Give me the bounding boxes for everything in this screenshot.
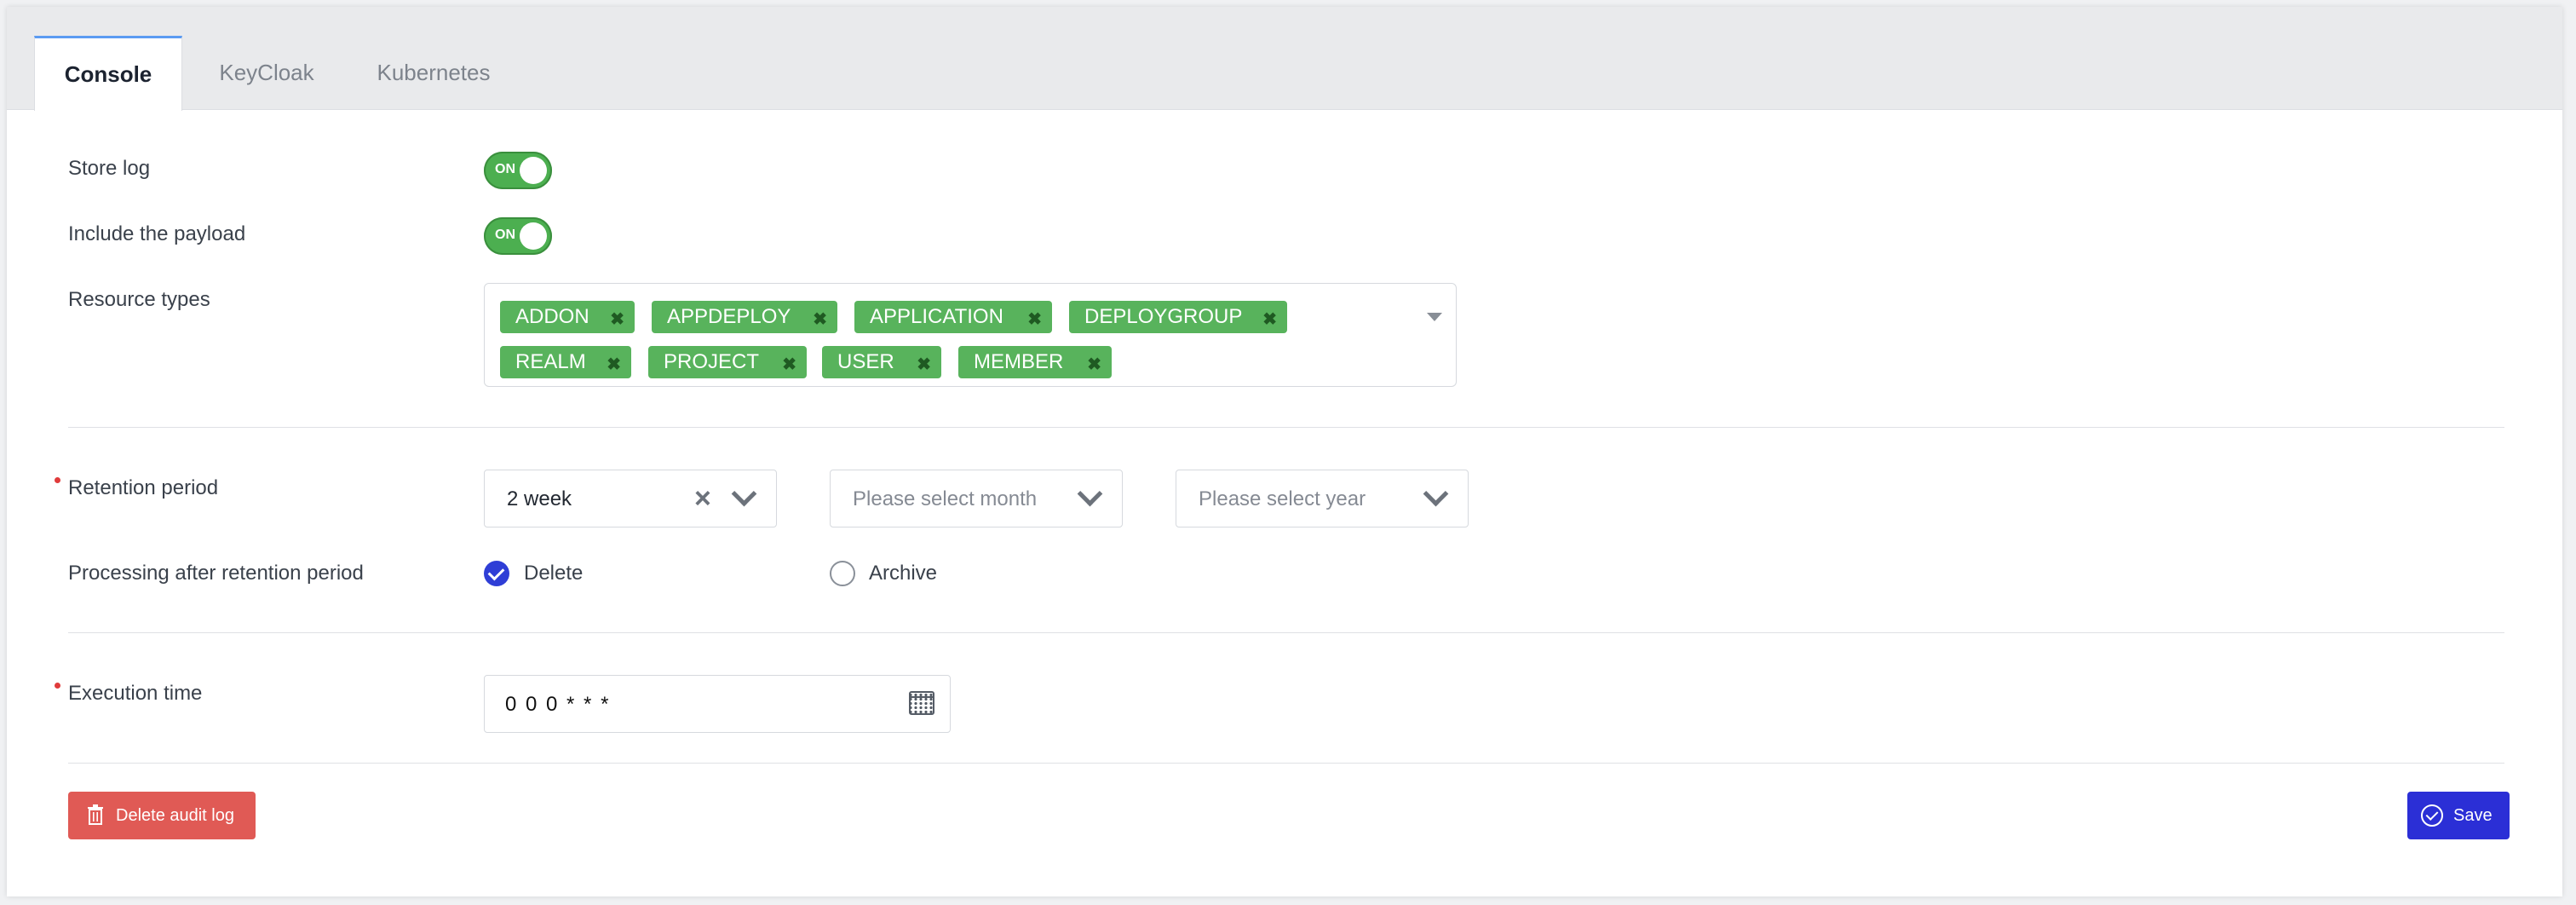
resource-types-multiselect[interactable]: ADDON ✖ APPDEPLOY ✖ APPLICATION ✖ DEPLOY… — [484, 283, 1457, 387]
tag-user: USER ✖ — [822, 346, 941, 378]
save-button-label: Save — [2453, 806, 2493, 825]
include-payload-toggle[interactable]: ON — [484, 217, 552, 255]
store-log-label: Store log — [68, 157, 151, 180]
toggle-knob — [520, 157, 547, 184]
delete-option-label[interactable]: Delete — [524, 562, 583, 585]
tag-label: ADDON — [515, 305, 589, 328]
tag-label: USER — [837, 350, 894, 373]
save-button[interactable]: Save — [2407, 792, 2510, 839]
tag-label: PROJECT — [664, 350, 760, 373]
delete-radio[interactable] — [484, 561, 509, 586]
tag-label: REALM — [515, 350, 586, 373]
tag-member: MEMBER ✖ — [958, 346, 1112, 378]
retention-week-select[interactable]: 2 week × — [484, 470, 777, 527]
chevron-down-icon — [731, 481, 757, 507]
required-indicator — [55, 683, 60, 689]
tab-kubernetes[interactable]: Kubernetes — [353, 36, 515, 109]
retention-period-label: Retention period — [68, 476, 219, 499]
close-icon[interactable]: ✖ — [610, 308, 624, 330]
tag-realm: REALM ✖ — [500, 346, 631, 378]
divider — [68, 427, 2504, 428]
divider — [68, 763, 2504, 764]
retention-month-select[interactable]: Please select month — [830, 470, 1123, 527]
trash-icon — [88, 804, 103, 825]
close-icon[interactable]: ✖ — [1087, 354, 1101, 375]
close-icon[interactable]: ✖ — [1262, 308, 1277, 330]
resource-types-label: Resource types — [68, 288, 210, 311]
tag-addon: ADDON ✖ — [500, 301, 635, 333]
cron-value: 0 0 0 * * * — [505, 693, 611, 716]
close-icon[interactable]: ✖ — [1027, 308, 1042, 330]
retention-year-select[interactable]: Please select year — [1176, 470, 1469, 527]
archive-option-label[interactable]: Archive — [869, 562, 937, 585]
tag-appdeploy: APPDEPLOY ✖ — [652, 301, 837, 333]
tag-label: MEMBER — [974, 350, 1064, 373]
tab-label: Console — [64, 61, 152, 87]
tag-deploygroup: DEPLOYGROUP ✖ — [1069, 301, 1287, 333]
tab-console[interactable]: Console — [34, 36, 182, 111]
include-payload-label: Include the payload — [68, 222, 246, 245]
check-circle-icon — [2421, 804, 2443, 827]
toggle-state-text: ON — [495, 228, 515, 242]
tab-label: Kubernetes — [377, 59, 491, 85]
chevron-down-icon — [1077, 481, 1103, 507]
required-indicator — [55, 477, 60, 483]
tag-application: APPLICATION ✖ — [854, 301, 1052, 333]
tag-label: APPLICATION — [870, 305, 1003, 328]
toggle-knob — [520, 222, 547, 250]
caret-down-icon[interactable] — [1427, 313, 1442, 321]
tab-label: KeyCloak — [219, 59, 314, 85]
tab-keycloak[interactable]: KeyCloak — [193, 36, 341, 109]
year-placeholder: Please select year — [1199, 487, 1366, 510]
close-icon[interactable]: ✖ — [917, 354, 931, 375]
tab-bar: Console KeyCloak Kubernetes — [7, 7, 2562, 111]
tag-label: APPDEPLOY — [667, 305, 791, 328]
divider — [68, 632, 2504, 633]
execution-time-label: Execution time — [68, 682, 203, 705]
execution-time-input[interactable]: 0 0 0 * * * — [484, 675, 951, 733]
processing-label: Processing after retention period — [68, 562, 364, 585]
audit-log-settings-panel: Console KeyCloak Kubernetes Store log ON… — [7, 7, 2562, 896]
selected-value: 2 week — [507, 487, 572, 510]
store-log-toggle[interactable]: ON — [484, 152, 552, 189]
calendar-icon[interactable] — [909, 691, 934, 715]
month-placeholder: Please select month — [853, 487, 1038, 510]
close-icon[interactable]: ✖ — [813, 308, 827, 330]
close-icon[interactable]: ✖ — [782, 354, 796, 375]
chevron-down-icon — [1423, 481, 1449, 507]
tag-project: PROJECT ✖ — [648, 346, 807, 378]
close-icon[interactable]: ✖ — [607, 354, 621, 375]
toggle-state-text: ON — [495, 162, 515, 176]
archive-radio[interactable] — [830, 561, 855, 586]
tag-label: DEPLOYGROUP — [1084, 305, 1243, 328]
delete-button-label: Delete audit log — [116, 806, 234, 825]
delete-audit-log-button[interactable]: Delete audit log — [68, 792, 256, 839]
clear-icon[interactable]: × — [694, 482, 711, 516]
